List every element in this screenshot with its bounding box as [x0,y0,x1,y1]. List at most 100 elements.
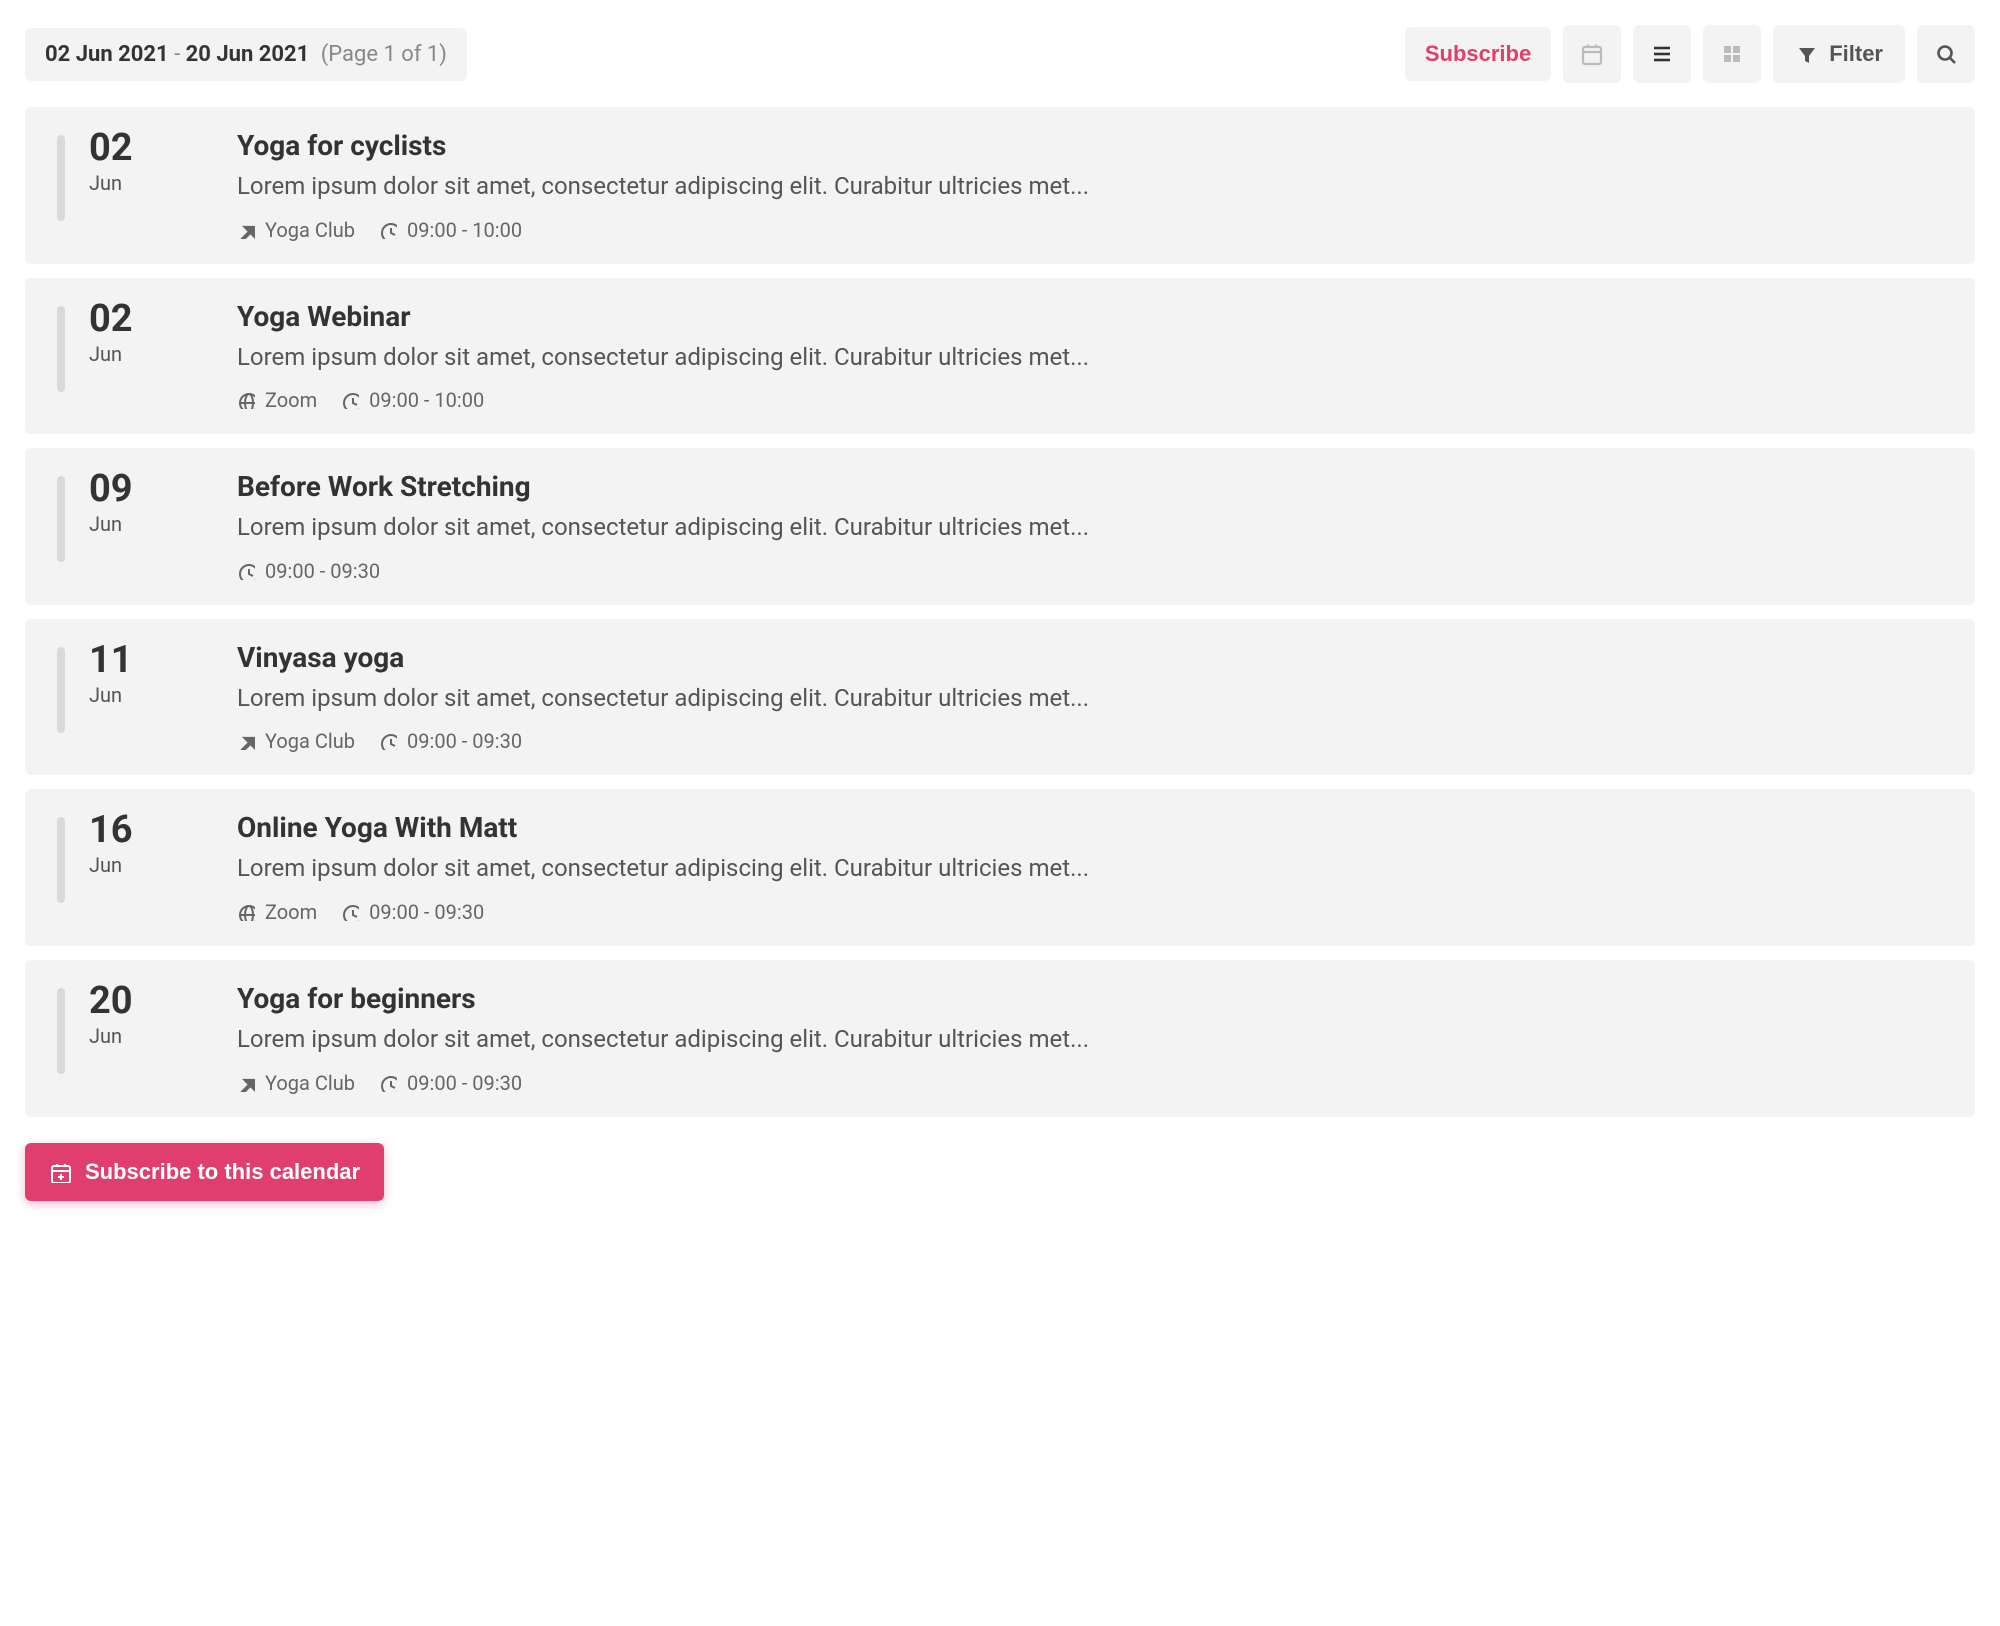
location-icon [237,732,255,750]
event-location: Zoom [237,388,317,412]
calendar-icon [1580,42,1604,66]
event-card[interactable]: 16 Jun Online Yoga With Matt Lorem ipsum… [25,789,1975,946]
event-meta: Yoga Club 09:00 - 09:30 [237,1071,1943,1095]
event-month: Jun [89,342,133,366]
event-month: Jun [89,683,133,707]
globe-icon [237,391,255,409]
event-time: 09:00 - 09:30 [379,1071,522,1095]
search-button[interactable] [1917,25,1975,83]
event-title: Yoga Webinar [237,300,1943,333]
date-to: 20 Jun 2021 [186,42,310,67]
globe-icon [237,903,255,921]
toolbar-actions: Subscribe Filter [1405,25,1975,83]
filter-button[interactable]: Filter [1773,25,1905,83]
event-meta: Zoom 09:00 - 09:30 [237,900,1943,924]
event-title: Before Work Stretching [237,470,1943,503]
event-card[interactable]: 02 Jun Yoga for cyclists Lorem ipsum dol… [25,107,1975,264]
event-title: Online Yoga With Matt [237,811,1943,844]
clock-icon [379,1074,397,1092]
location-icon [237,1074,255,1092]
event-time: 09:00 - 09:30 [379,729,522,753]
event-description: Lorem ipsum dolor sit amet, consectetur … [237,170,1943,204]
event-accent-bar [57,988,65,1074]
event-month: Jun [89,512,133,536]
event-location-text: Yoga Club [265,218,355,242]
date-from: 02 Jun 2021 [45,42,169,67]
event-time-text: 09:00 - 09:30 [265,559,380,583]
event-accent-bar [57,476,65,562]
list-icon [1650,42,1674,66]
event-title: Yoga for cyclists [237,129,1943,162]
event-time-text: 09:00 - 09:30 [407,1071,522,1095]
event-time-text: 09:00 - 09:30 [369,900,484,924]
location-icon [237,221,255,239]
clock-icon [379,732,397,750]
event-time: 09:00 - 10:00 [379,218,522,242]
event-date: 20 Jun [57,982,187,1074]
event-card[interactable]: 09 Jun Before Work Stretching Lorem ipsu… [25,448,1975,605]
event-body: Vinyasa yoga Lorem ipsum dolor sit amet,… [237,641,1943,754]
event-month: Jun [89,1024,133,1048]
event-body: Online Yoga With Matt Lorem ipsum dolor … [237,811,1943,924]
event-location: Yoga Club [237,1071,355,1095]
event-time-text: 09:00 - 09:30 [407,729,522,753]
event-title: Vinyasa yoga [237,641,1943,674]
filter-icon [1795,43,1817,65]
event-body: Yoga for beginners Lorem ipsum dolor sit… [237,982,1943,1095]
event-meta: Yoga Club 09:00 - 10:00 [237,218,1943,242]
list-view-button[interactable] [1633,25,1691,83]
clock-icon [379,221,397,239]
event-meta: 09:00 - 09:30 [237,559,1943,583]
subscribe-calendar-button[interactable]: Subscribe to this calendar [25,1143,384,1201]
event-time-text: 09:00 - 10:00 [407,218,522,242]
event-time: 09:00 - 09:30 [237,559,380,583]
event-date: 02 Jun [57,300,187,392]
event-day: 09 [89,470,133,508]
event-date: 11 Jun [57,641,187,733]
event-location-text: Yoga Club [265,1071,355,1095]
event-description: Lorem ipsum dolor sit amet, consectetur … [237,682,1943,716]
event-time-text: 09:00 - 10:00 [369,388,484,412]
search-icon [1934,42,1958,66]
event-location-text: Zoom [265,388,317,412]
page-info: (Page 1 of 1) [321,42,447,67]
event-accent-bar [57,135,65,221]
event-description: Lorem ipsum dolor sit amet, consectetur … [237,852,1943,886]
events-list: 02 Jun Yoga for cyclists Lorem ipsum dol… [25,107,1975,1117]
event-meta: Yoga Club 09:00 - 09:30 [237,729,1943,753]
event-card[interactable]: 11 Jun Vinyasa yoga Lorem ipsum dolor si… [25,619,1975,776]
calendar-view-button[interactable] [1563,25,1621,83]
filter-label: Filter [1829,41,1883,67]
event-time: 09:00 - 09:30 [341,900,484,924]
event-accent-bar [57,306,65,392]
event-card[interactable]: 20 Jun Yoga for beginners Lorem ipsum do… [25,960,1975,1117]
event-location: Yoga Club [237,729,355,753]
event-day: 02 [89,300,133,338]
event-time: 09:00 - 10:00 [341,388,484,412]
grid-icon [1720,42,1744,66]
event-date: 02 Jun [57,129,187,221]
event-title: Yoga for beginners [237,982,1943,1015]
subscribe-button[interactable]: Subscribe [1405,27,1551,81]
event-month: Jun [89,171,133,195]
event-day: 16 [89,811,133,849]
event-location: Zoom [237,900,317,924]
subscribe-calendar-label: Subscribe to this calendar [85,1159,360,1185]
clock-icon [341,903,359,921]
calendar-plus-icon [49,1161,71,1183]
event-date: 16 Jun [57,811,187,903]
clock-icon [237,562,255,580]
event-month: Jun [89,853,133,877]
event-day: 20 [89,982,133,1020]
event-meta: Zoom 09:00 - 10:00 [237,388,1943,412]
event-accent-bar [57,817,65,903]
event-body: Yoga for cyclists Lorem ipsum dolor sit … [237,129,1943,242]
event-card[interactable]: 02 Jun Yoga Webinar Lorem ipsum dolor si… [25,278,1975,435]
event-location-text: Yoga Club [265,729,355,753]
event-description: Lorem ipsum dolor sit amet, consectetur … [237,511,1943,545]
event-day: 02 [89,129,133,167]
grid-view-button[interactable] [1703,25,1761,83]
date-range-display: 02 Jun 2021 - 20 Jun 2021 (Page 1 of 1) [25,28,467,81]
event-body: Yoga Webinar Lorem ipsum dolor sit amet,… [237,300,1943,413]
event-accent-bar [57,647,65,733]
